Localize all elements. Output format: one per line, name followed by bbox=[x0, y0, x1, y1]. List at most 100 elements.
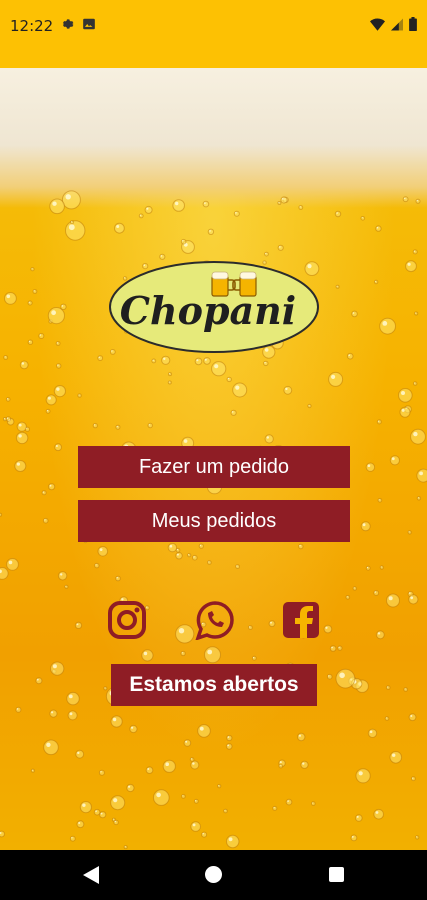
drop-highlight bbox=[378, 499, 380, 501]
drop-highlight bbox=[415, 312, 417, 314]
condensation-drop bbox=[19, 360, 29, 370]
drop-highlight bbox=[65, 194, 71, 200]
drop-highlight bbox=[299, 545, 301, 547]
drop-highlight bbox=[266, 436, 269, 439]
condensation-drop bbox=[114, 222, 125, 234]
condensation-drop bbox=[277, 201, 282, 205]
condensation-drop bbox=[360, 521, 371, 532]
condensation-drop bbox=[345, 595, 351, 600]
drop-highlight bbox=[185, 740, 188, 743]
condensation-drop bbox=[235, 564, 241, 570]
drop-highlight bbox=[175, 201, 179, 206]
condensation-drop bbox=[328, 371, 344, 387]
drop-highlight bbox=[7, 398, 9, 400]
condensation-drop bbox=[360, 216, 366, 221]
drop-highlight bbox=[228, 837, 233, 842]
condensation-drop bbox=[298, 543, 304, 550]
condensation-drop bbox=[0, 512, 3, 517]
drop-highlight bbox=[49, 484, 52, 487]
drop-highlight bbox=[408, 531, 410, 533]
drop-highlight bbox=[351, 836, 354, 838]
drop-highlight bbox=[214, 364, 219, 369]
drop-highlight bbox=[188, 554, 190, 556]
condensation-drop bbox=[180, 238, 187, 245]
status-time: 12:22 bbox=[10, 17, 54, 35]
condensation-drop bbox=[187, 553, 192, 558]
condensation-drop bbox=[367, 728, 378, 738]
drop-highlight bbox=[95, 810, 97, 812]
condensation-drop bbox=[76, 820, 85, 829]
drop-highlight bbox=[231, 411, 234, 413]
drop-highlight bbox=[416, 836, 418, 838]
drop-highlight bbox=[249, 626, 251, 628]
drop-highlight bbox=[299, 206, 301, 208]
drop-highlight bbox=[375, 280, 376, 282]
condensation-drop bbox=[56, 363, 62, 369]
condensation-drop bbox=[162, 759, 176, 773]
condensation-drop bbox=[384, 716, 390, 721]
drop-highlight bbox=[116, 577, 118, 579]
drop-highlight bbox=[279, 761, 282, 764]
drop-highlight bbox=[78, 822, 81, 824]
drop-highlight bbox=[21, 362, 25, 365]
condensation-drop bbox=[30, 768, 36, 773]
condensation-drop bbox=[201, 831, 208, 838]
condensation-drop bbox=[194, 357, 203, 366]
drop-highlight bbox=[71, 837, 73, 839]
condensation-drop bbox=[49, 198, 65, 215]
drop-highlight bbox=[401, 391, 405, 395]
drop-highlight bbox=[195, 800, 197, 802]
status-icons-right bbox=[370, 17, 417, 31]
drop-highlight bbox=[147, 768, 150, 770]
condensation-drop bbox=[226, 734, 233, 742]
condensation-drop bbox=[399, 406, 411, 418]
condensation-drop bbox=[225, 743, 233, 750]
drop-highlight bbox=[264, 362, 266, 364]
condensation-drop bbox=[263, 360, 269, 367]
drop-highlight bbox=[419, 471, 423, 476]
drop-highlight bbox=[76, 623, 79, 626]
condensation-drop bbox=[379, 565, 384, 570]
drop-highlight bbox=[208, 561, 210, 563]
instagram-icon[interactable] bbox=[107, 600, 147, 640]
condensation-drop bbox=[278, 763, 284, 769]
drop-highlight bbox=[77, 751, 80, 755]
drop-highlight bbox=[312, 802, 314, 804]
drop-highlight bbox=[178, 628, 185, 634]
store-status-badge: Estamos abertos bbox=[111, 664, 317, 706]
drop-highlight bbox=[387, 686, 389, 688]
condensation-drop bbox=[5, 416, 12, 422]
drop-highlight bbox=[116, 225, 120, 228]
condensation-drop bbox=[6, 558, 19, 571]
drop-highlight bbox=[116, 425, 118, 428]
condensation-drop bbox=[153, 789, 170, 806]
order-button[interactable]: Fazer um pedido bbox=[78, 446, 350, 488]
condensation-drop bbox=[98, 769, 105, 776]
drop-highlight bbox=[375, 811, 379, 814]
condensation-drop bbox=[14, 460, 27, 472]
condensation-drop bbox=[198, 543, 204, 549]
condensation-drop bbox=[30, 267, 35, 272]
recents-icon[interactable] bbox=[329, 867, 344, 882]
condensation-drop bbox=[334, 210, 342, 218]
condensation-drop bbox=[42, 517, 49, 524]
condensation-drop bbox=[147, 422, 153, 429]
condensation-drop bbox=[190, 760, 200, 770]
condensation-drop bbox=[226, 376, 232, 383]
condensation-drop bbox=[180, 650, 186, 657]
drop-highlight bbox=[182, 240, 184, 242]
drop-highlight bbox=[302, 762, 305, 765]
condensation-drop bbox=[35, 677, 43, 685]
drop-highlight bbox=[282, 198, 284, 200]
back-icon[interactable] bbox=[83, 866, 99, 884]
drop-highlight bbox=[4, 356, 6, 358]
home-icon[interactable] bbox=[205, 866, 222, 883]
facebook-icon[interactable] bbox=[281, 600, 321, 640]
condensation-drop bbox=[386, 593, 400, 608]
condensation-drop bbox=[103, 686, 108, 691]
whatsapp-icon[interactable] bbox=[195, 600, 235, 640]
my-orders-button[interactable]: Meus pedidos bbox=[78, 500, 350, 542]
drop-highlight bbox=[346, 596, 348, 598]
drop-highlight bbox=[46, 742, 51, 747]
drop-highlight bbox=[18, 434, 22, 438]
